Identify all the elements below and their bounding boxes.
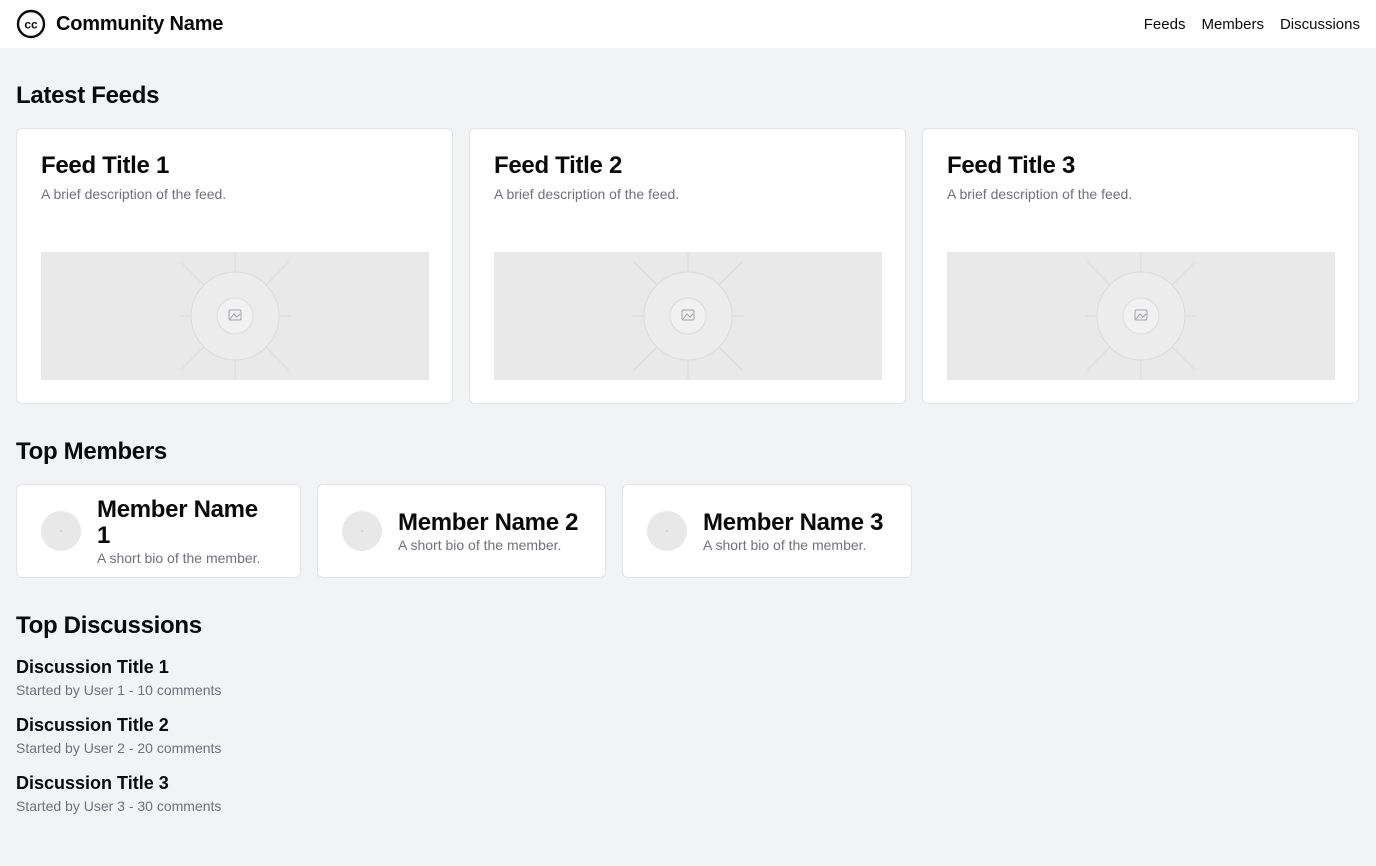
feeds-grid: Feed Title 1 A brief description of the … xyxy=(16,128,1360,404)
main-nav: Feeds Members Discussions xyxy=(1144,16,1360,33)
feed-title[interactable]: Feed Title 1 xyxy=(41,152,428,180)
top-discussions-heading: Top Discussions xyxy=(16,612,202,639)
avatar xyxy=(41,511,81,551)
feed-card[interactable]: Feed Title 3 A brief description of the … xyxy=(922,128,1359,404)
brand[interactable]: cc Community Name xyxy=(16,9,223,39)
nav-members-link[interactable]: Members xyxy=(1201,16,1264,33)
discussion-title[interactable]: Discussion Title 1 xyxy=(16,656,1360,678)
avatar xyxy=(647,511,687,551)
avatar xyxy=(342,511,382,551)
top-navbar: cc Community Name Feeds Members Discussi… xyxy=(0,0,1376,48)
member-bio: A short bio of the member. xyxy=(97,549,261,566)
feed-description: A brief description of the feed. xyxy=(41,186,227,202)
member-name[interactable]: Member Name 1 xyxy=(97,496,276,549)
feed-title[interactable]: Feed Title 2 xyxy=(494,152,881,180)
brand-name: Community Name xyxy=(56,12,224,35)
discussion-meta: Started by User 1 - 10 comments xyxy=(16,682,222,698)
members-list: Member Name 1 A short bio of the member.… xyxy=(16,484,1360,578)
main-content: Latest Feeds Feed Title 1 A brief descri… xyxy=(0,82,1376,814)
discussion-title[interactable]: Discussion Title 2 xyxy=(16,714,1360,736)
discussion-meta: Started by User 3 - 30 comments xyxy=(16,798,222,814)
member-name[interactable]: Member Name 3 xyxy=(703,509,883,536)
image-placeholder-icon xyxy=(494,252,882,380)
discussion-meta: Started by User 2 - 20 comments xyxy=(16,740,222,756)
member-bio: A short bio of the member. xyxy=(398,536,562,553)
nav-discussions-link[interactable]: Discussions xyxy=(1280,16,1360,33)
member-card[interactable]: Member Name 1 A short bio of the member. xyxy=(16,484,301,578)
feed-card[interactable]: Feed Title 2 A brief description of the … xyxy=(469,128,906,404)
latest-feeds-heading: Latest Feeds xyxy=(16,82,160,109)
list-item[interactable]: Discussion Title 2 Started by User 2 - 2… xyxy=(16,714,1360,756)
nav-feeds-link[interactable]: Feeds xyxy=(1144,16,1186,33)
feed-description: A brief description of the feed. xyxy=(494,186,680,202)
member-card[interactable]: Member Name 3 A short bio of the member. xyxy=(622,484,912,578)
feed-description: A brief description of the feed. xyxy=(947,186,1133,202)
list-item[interactable]: Discussion Title 1 Started by User 1 - 1… xyxy=(16,656,1360,698)
discussions-list: Discussion Title 1 Started by User 1 - 1… xyxy=(16,656,1360,814)
svg-text:cc: cc xyxy=(24,18,38,32)
discussion-title[interactable]: Discussion Title 3 xyxy=(16,772,1360,794)
creative-commons-logo-icon: cc xyxy=(16,9,46,39)
feed-title[interactable]: Feed Title 3 xyxy=(947,152,1334,180)
image-placeholder-icon xyxy=(41,252,429,380)
feed-card[interactable]: Feed Title 1 A brief description of the … xyxy=(16,128,453,404)
member-name[interactable]: Member Name 2 xyxy=(398,509,578,536)
image-placeholder-icon xyxy=(947,252,1335,380)
member-bio: A short bio of the member. xyxy=(703,536,867,553)
list-item[interactable]: Discussion Title 3 Started by User 3 - 3… xyxy=(16,772,1360,814)
member-card[interactable]: Member Name 2 A short bio of the member. xyxy=(317,484,606,578)
top-members-heading: Top Members xyxy=(16,438,167,465)
